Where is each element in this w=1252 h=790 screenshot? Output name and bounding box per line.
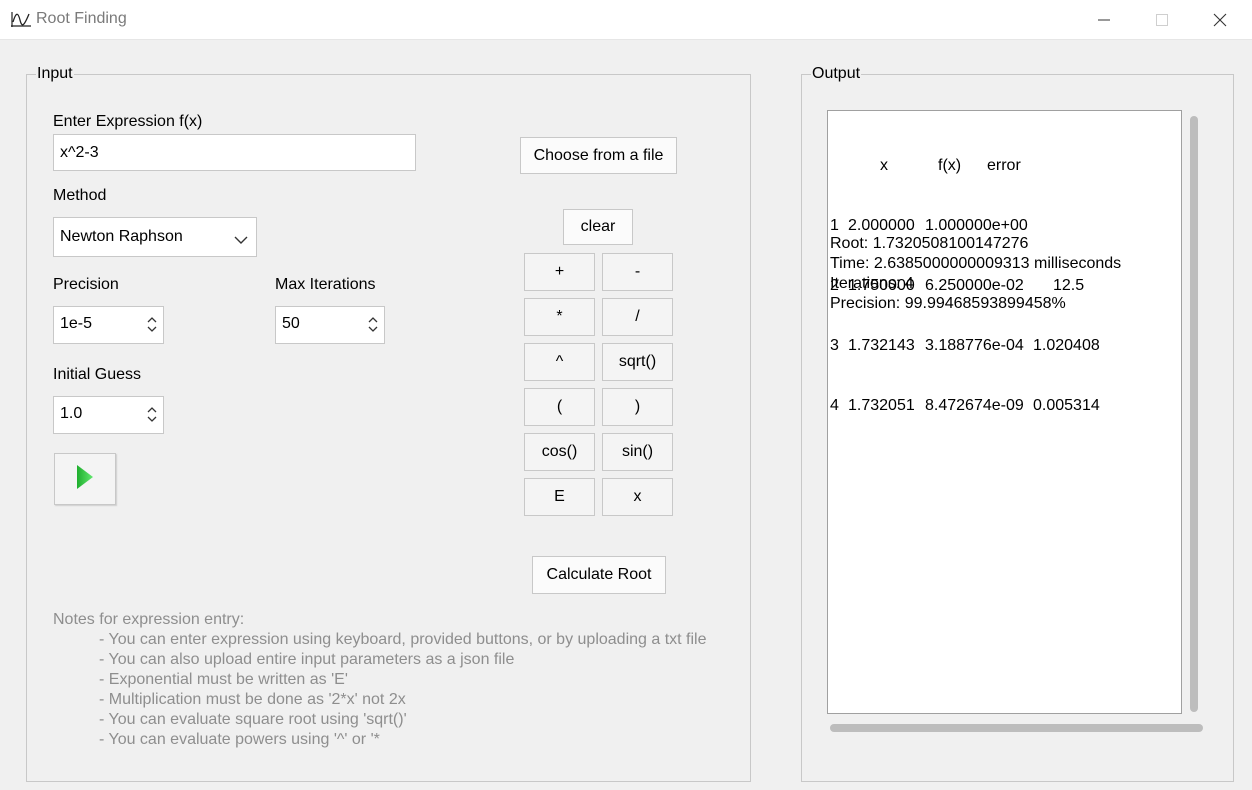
- row-x: 1.732143: [848, 337, 915, 354]
- column-header-error: error: [987, 157, 1021, 174]
- close-button[interactable]: [1191, 0, 1249, 39]
- minimize-button[interactable]: [1075, 0, 1133, 39]
- row-x: 1.732051: [848, 397, 915, 414]
- row-fx: 1.000000e+00: [925, 217, 1028, 234]
- precision-label: Precision: [53, 276, 119, 293]
- run-button[interactable]: [54, 453, 116, 505]
- initial-guess-label: Initial Guess: [53, 366, 142, 383]
- row-error: 1.020408: [1033, 337, 1100, 354]
- key-close-paren-button[interactable]: ): [602, 388, 673, 426]
- window-title: Root Finding: [36, 10, 127, 27]
- method-label: Method: [53, 187, 107, 204]
- key-divide-button[interactable]: /: [602, 298, 673, 336]
- column-header-x: x: [880, 157, 888, 174]
- output-header-row: x f(x) error: [830, 156, 1021, 176]
- method-select[interactable]: Newton Raphson: [53, 217, 257, 257]
- key-minus-button[interactable]: -: [602, 253, 673, 291]
- notes-title: Notes for expression entry:: [53, 611, 245, 628]
- note-item: - You can evaluate square root using 'sq…: [99, 711, 407, 728]
- minimize-icon: [1098, 19, 1110, 20]
- clear-button[interactable]: clear: [563, 209, 633, 245]
- output-row: 3 1.732143 3.188776e-04 1.020408: [830, 336, 1100, 356]
- vertical-scrollbar[interactable]: [1190, 116, 1198, 712]
- precision-spinner[interactable]: 1e-5: [53, 306, 164, 344]
- max-iterations-label: Max Iterations: [275, 276, 376, 293]
- precision-value: 1e-5: [60, 315, 93, 332]
- maximize-icon: [1156, 13, 1168, 26]
- title-bar: Root Finding: [0, 0, 1252, 40]
- time-line: Time: 2.6385000000009313 milliseconds: [830, 255, 1122, 272]
- row-index: 3: [830, 337, 839, 354]
- key-sin-button[interactable]: sin(): [602, 433, 673, 471]
- key-power-button[interactable]: ^: [524, 343, 595, 381]
- spinner-arrows-icon[interactable]: [368, 316, 378, 332]
- choose-file-button[interactable]: Choose from a file: [520, 137, 677, 174]
- row-index: 1: [830, 217, 839, 234]
- key-x-button[interactable]: x: [602, 478, 673, 516]
- output-text-area[interactable]: x f(x) error 1 2.000000 1.000000e+00 2 1…: [827, 110, 1182, 714]
- max-iterations-value: 50: [282, 315, 300, 332]
- close-icon: [1213, 13, 1227, 26]
- input-group-label: Input: [36, 65, 74, 83]
- initial-guess-value: 1.0: [60, 405, 83, 422]
- chevron-down-icon: [234, 232, 248, 250]
- key-plus-button[interactable]: +: [524, 253, 595, 291]
- key-multiply-button[interactable]: *: [524, 298, 595, 336]
- method-value: Newton Raphson: [60, 228, 183, 245]
- max-iterations-spinner[interactable]: 50: [275, 306, 385, 344]
- spinner-arrows-icon[interactable]: [147, 316, 157, 332]
- row-fx: 8.472674e-09: [925, 397, 1024, 414]
- note-item: - Exponential must be written as 'E': [99, 671, 348, 688]
- notes: Notes for expression entry: - You can en…: [53, 610, 707, 750]
- play-icon: [76, 464, 94, 495]
- output-group-label: Output: [811, 65, 862, 83]
- key-open-paren-button[interactable]: (: [524, 388, 595, 426]
- precision-line: Precision: 99.99468593899458%: [830, 295, 1066, 312]
- note-item: - You can also upload entire input param…: [99, 651, 515, 668]
- horizontal-scrollbar[interactable]: [830, 724, 1203, 732]
- note-item: - You can evaluate powers using '^' or '…: [99, 731, 380, 748]
- expression-label: Enter Expression f(x): [53, 113, 203, 130]
- key-cos-button[interactable]: cos(): [524, 433, 595, 471]
- output-summary: Root: 1.7320508100147276 Time: 2.6385000…: [830, 234, 1121, 314]
- row-fx: 3.188776e-04: [925, 337, 1024, 354]
- note-item: - Multiplication must be done as '2*x' n…: [99, 691, 406, 708]
- note-item: - You can enter expression using keyboar…: [99, 631, 707, 648]
- initial-guess-spinner[interactable]: 1.0: [53, 396, 164, 434]
- function-graph-icon: [10, 10, 32, 28]
- root-line: Root: 1.7320508100147276: [830, 235, 1029, 252]
- spinner-arrows-icon[interactable]: [147, 406, 157, 422]
- calculate-root-button[interactable]: Calculate Root: [532, 556, 666, 594]
- output-row: 4 1.732051 8.472674e-09 0.005314: [830, 396, 1100, 416]
- expression-input[interactable]: x^2-3: [53, 134, 416, 171]
- output-row: 1 2.000000 1.000000e+00: [830, 216, 1028, 236]
- column-header-fx: f(x): [938, 157, 962, 174]
- key-sqrt-button[interactable]: sqrt(): [602, 343, 673, 381]
- row-x: 2.000000: [848, 217, 915, 234]
- iterations-line: Iterations: 4: [830, 275, 914, 292]
- row-error: 0.005314: [1033, 397, 1100, 414]
- expression-value: x^2-3: [60, 143, 99, 161]
- maximize-button[interactable]: [1133, 0, 1191, 39]
- key-e-button[interactable]: E: [524, 478, 595, 516]
- row-index: 4: [830, 397, 839, 414]
